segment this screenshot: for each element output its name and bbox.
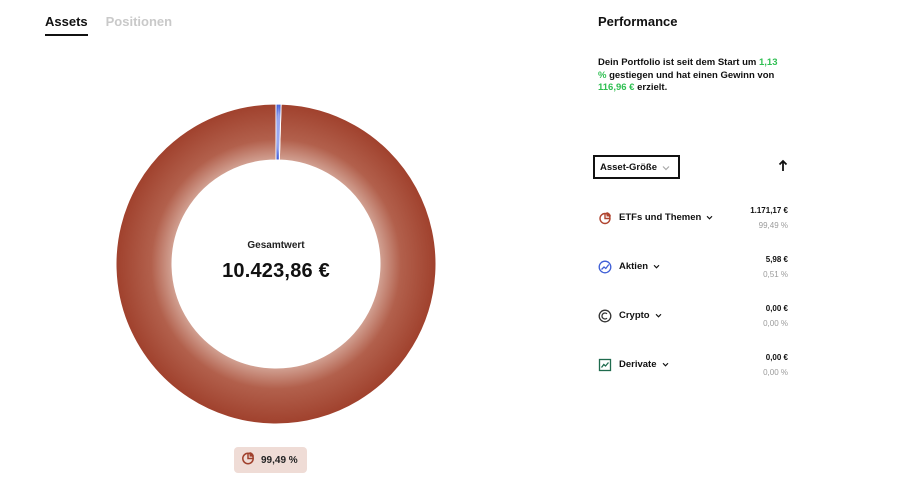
- chevron-down-icon: [662, 158, 670, 176]
- asset-amount: 0,00 €: [765, 304, 788, 313]
- asset-percent: 99,49 %: [758, 221, 788, 230]
- chevron-down-icon: [662, 362, 668, 367]
- asset-name-aktien[interactable]: Aktien: [619, 261, 660, 272]
- asset-name-crypto[interactable]: Crypto: [619, 310, 662, 321]
- asset-label: ETFs und Themen: [619, 212, 702, 223]
- asset-amount: 1.171,17 €: [750, 206, 788, 215]
- asset-row-derivate[interactable]: Derivate 0,00 € 0,00 %: [598, 353, 788, 394]
- legend-chip-label: 99,49 %: [261, 454, 298, 466]
- asset-name-derivate[interactable]: Derivate: [619, 359, 669, 370]
- tab-bar: Assets Positionen: [45, 14, 172, 36]
- pie-chart-icon: [598, 211, 612, 225]
- sort-dropdown-label: Asset-Größe: [600, 161, 658, 173]
- arrow-up-icon[interactable]: [776, 158, 790, 174]
- asset-label: Crypto: [619, 310, 650, 321]
- legend-chip[interactable]: 99,49 %: [234, 447, 307, 473]
- performance-text-before: Dein Portfolio ist seit dem Start um: [598, 57, 757, 68]
- chevron-down-icon: [655, 313, 662, 318]
- asset-label: Aktien: [619, 261, 649, 272]
- asset-name-etfs[interactable]: ETFs und Themen: [619, 212, 713, 223]
- asset-row-etfs[interactable]: ETFs und Themen 1.171,17 € 99,49 %: [598, 206, 788, 247]
- asset-row-crypto[interactable]: Crypto 0,00 € 0,00 %: [598, 304, 788, 345]
- asset-percent: 0,00 %: [763, 319, 788, 328]
- chevron-down-icon: [653, 264, 660, 269]
- asset-percent: 0,00 %: [763, 368, 788, 377]
- performance-text-after: erzielt.: [637, 82, 668, 93]
- performance-title: Performance: [598, 14, 678, 29]
- chevron-down-icon: [706, 215, 713, 220]
- asset-row-aktien[interactable]: Aktien 5,98 € 0,51 %: [598, 255, 788, 296]
- pie-chart-icon: [241, 451, 255, 470]
- asset-label: Derivate: [619, 359, 657, 370]
- donut-center: Gesamtwert 10.423,86 €: [116, 104, 436, 424]
- asset-amount: 5,98 €: [765, 255, 788, 264]
- tab-positionen[interactable]: Positionen: [106, 14, 172, 36]
- asset-donut-chart: Gesamtwert 10.423,86 €: [116, 104, 436, 424]
- asset-percent: 0,51 %: [763, 270, 788, 279]
- total-value: 10.423,86 €: [222, 259, 330, 282]
- chart-box-icon: [598, 358, 612, 372]
- performance-gain: 116,96 €: [598, 82, 635, 93]
- trend-line-icon: [598, 260, 612, 274]
- sort-dropdown[interactable]: Asset-Größe: [593, 155, 680, 179]
- asset-amount: 0,00 €: [765, 353, 788, 362]
- crypto-coin-icon: [598, 309, 612, 323]
- performance-summary: Dein Portfolio ist seit dem Start um 1,1…: [598, 57, 788, 95]
- tab-assets[interactable]: Assets: [45, 14, 88, 36]
- total-label: Gesamtwert: [247, 239, 305, 251]
- performance-text-middle: gestiegen und hat einen Gewinn von: [609, 69, 775, 81]
